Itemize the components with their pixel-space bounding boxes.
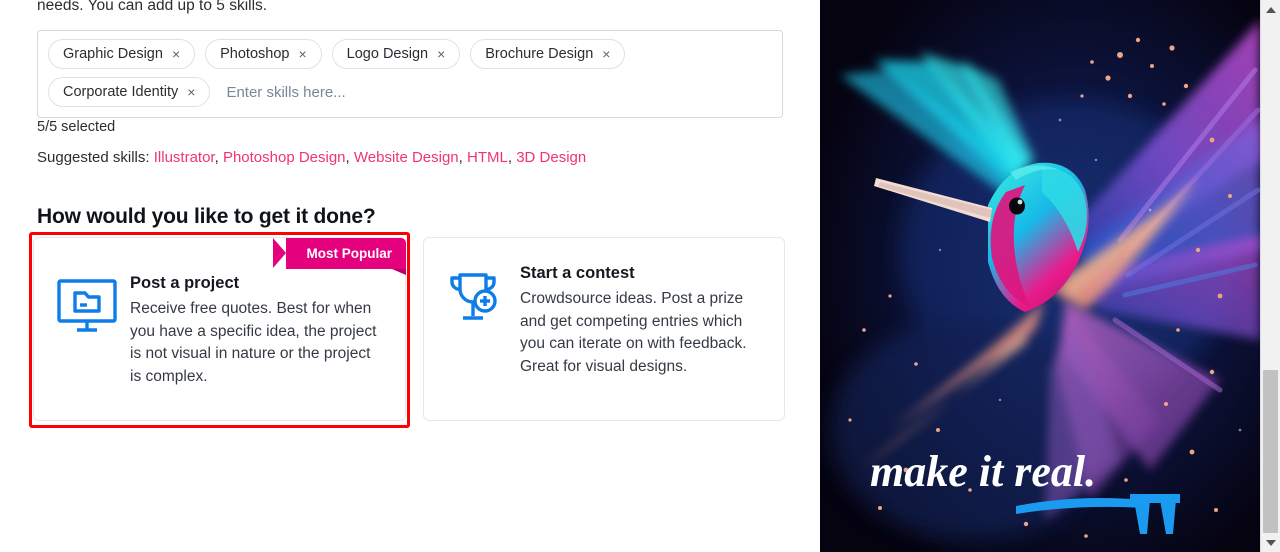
- page-root: needs. You can add up to 5 skills. Graph…: [0, 0, 1280, 552]
- trophy-plus-icon: [446, 264, 520, 378]
- remove-skill-icon[interactable]: ×: [172, 47, 180, 61]
- tagline-flag-pole-left: [1134, 500, 1150, 534]
- skills-intro-text: needs. You can add up to 5 skills.: [37, 0, 268, 14]
- scroll-up-arrow-icon[interactable]: [1261, 0, 1280, 19]
- project-form-column: needs. You can add up to 5 skills. Graph…: [0, 0, 820, 552]
- skill-chip-label: Corporate Identity: [63, 84, 179, 100]
- remove-skill-icon[interactable]: ×: [187, 85, 195, 99]
- option-card-start-contest[interactable]: Start a contest Crowdsource ideas. Post …: [423, 237, 785, 421]
- option-card-post-project[interactable]: Most Popular Post a project Receive free…: [33, 237, 406, 421]
- scrollbar-thumb[interactable]: [1263, 370, 1278, 533]
- suggested-skill-link[interactable]: Website Design: [354, 149, 459, 166]
- monitor-folder-icon: [56, 274, 130, 388]
- skill-chip[interactable]: Photoshop ×: [205, 39, 322, 69]
- suggested-skills-line: Suggested skills: Illustrator, Photoshop…: [37, 149, 586, 166]
- suggested-skill-link[interactable]: Photoshop Design: [223, 149, 346, 166]
- promo-tagline-text: make it real.: [870, 447, 1096, 496]
- promo-tagline: make it real.: [870, 447, 1180, 534]
- suggested-separator: ,: [507, 149, 513, 166]
- page-scrollbar[interactable]: [1260, 0, 1280, 552]
- skills-count-label: 5/5 selected: [37, 119, 116, 135]
- skill-chip-label: Photoshop: [220, 46, 290, 62]
- most-popular-badge: Most Popular: [273, 238, 406, 269]
- option-card-content: Start a contest Crowdsource ideas. Post …: [424, 238, 784, 378]
- tagline-flag-pole-right: [1160, 500, 1176, 534]
- scroll-down-arrow-icon[interactable]: [1261, 533, 1280, 552]
- tagline-brush-stroke: [1016, 498, 1144, 514]
- suggested-separator: ,: [214, 149, 219, 166]
- option-card-title: Start a contest: [520, 264, 635, 282]
- suggested-skills-label: Suggested skills:: [37, 149, 150, 166]
- skill-chip-row: Graphic Design × Photoshop × Logo Design…: [48, 39, 772, 107]
- skill-chip-label: Graphic Design: [63, 46, 163, 62]
- option-card-text: Post a project Receive free quotes. Best…: [130, 274, 383, 388]
- suggested-skill-link[interactable]: 3D Design: [516, 149, 586, 166]
- suggested-skill-link[interactable]: HTML: [467, 149, 508, 166]
- promo-image-panel: make it real.: [820, 0, 1260, 552]
- suggested-skill-link[interactable]: Illustrator: [154, 149, 215, 166]
- option-card-description: Crowdsource ideas. Post a prize and get …: [520, 290, 747, 375]
- remove-skill-icon[interactable]: ×: [298, 47, 306, 61]
- skill-chip[interactable]: Brochure Design ×: [470, 39, 626, 69]
- page-section-heading: How would you like to get it done?: [37, 205, 376, 228]
- skill-chip-label: Logo Design: [346, 46, 429, 62]
- skills-input-container[interactable]: Graphic Design × Photoshop × Logo Design…: [37, 30, 783, 118]
- option-card-text: Start a contest Crowdsource ideas. Post …: [520, 264, 764, 378]
- remove-skill-icon[interactable]: ×: [602, 47, 610, 61]
- skill-chip[interactable]: Logo Design ×: [331, 39, 461, 69]
- skill-chip[interactable]: Graphic Design ×: [48, 39, 196, 69]
- option-card-title: Post a project: [130, 274, 240, 292]
- option-card-description: Receive free quotes. Best for when you h…: [130, 300, 377, 385]
- skill-chip[interactable]: Corporate Identity ×: [48, 77, 211, 107]
- skill-chip-label: Brochure Design: [485, 46, 594, 62]
- suggested-separator: ,: [458, 149, 463, 166]
- tagline-flag-bar: [1130, 494, 1180, 503]
- suggested-separator: ,: [345, 149, 350, 166]
- remove-skill-icon[interactable]: ×: [437, 47, 445, 61]
- skills-input[interactable]: [220, 77, 481, 107]
